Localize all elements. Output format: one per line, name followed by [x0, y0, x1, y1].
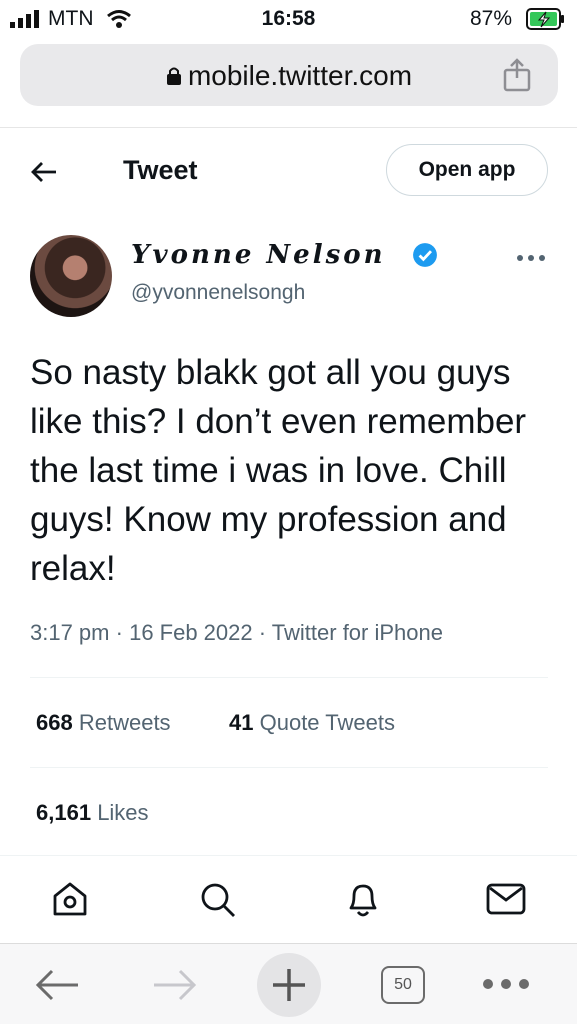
- likes-label: Likes: [97, 800, 149, 825]
- battery-icon: [526, 8, 564, 30]
- tweet-time[interactable]: 3:17 pm: [30, 620, 110, 645]
- avatar[interactable]: [30, 235, 112, 317]
- likes-count: 6,161: [36, 800, 92, 825]
- messages-icon[interactable]: [486, 882, 526, 916]
- new-tab-button[interactable]: [257, 953, 321, 1017]
- retweets-stat[interactable]: 668 Retweets: [36, 710, 171, 736]
- address-bar[interactable]: mobile.twitter.com: [20, 44, 558, 106]
- tabs-icon[interactable]: 50: [381, 966, 425, 1004]
- verified-icon: [413, 243, 437, 267]
- browser-more-icon[interactable]: [481, 977, 531, 991]
- quotes-count: 41: [229, 710, 254, 735]
- tweet-date[interactable]: 16 Feb 2022: [129, 620, 253, 645]
- divider: [30, 767, 548, 768]
- home-icon[interactable]: [51, 880, 89, 918]
- new-tab-icon: [273, 969, 305, 1001]
- lock-icon: [166, 67, 181, 85]
- retweets-count: 668: [36, 710, 73, 735]
- search-icon[interactable]: [198, 880, 238, 920]
- more-icon[interactable]: [516, 254, 546, 262]
- likes-stat[interactable]: 6,161 Likes: [36, 800, 149, 826]
- notifications-icon[interactable]: [343, 878, 383, 920]
- open-app-button[interactable]: Open app: [386, 144, 548, 196]
- divider: [0, 127, 577, 128]
- divider: [0, 855, 577, 856]
- browser-forward-icon[interactable]: [150, 966, 198, 1004]
- status-bar: MTN 16:58 87%: [0, 0, 577, 40]
- tweet-meta: 3:17 pm · 16 Feb 2022 · Twitter for iPho…: [30, 620, 443, 645]
- url-label: mobile.twitter.com: [187, 60, 413, 91]
- tweet-source[interactable]: Twitter for iPhone: [272, 620, 443, 645]
- url-text[interactable]: mobile.twitter.com: [20, 60, 558, 92]
- quotes-label: Quote Tweets: [259, 710, 395, 735]
- page-title: Tweet: [123, 155, 198, 185]
- retweets-label: Retweets: [78, 710, 171, 735]
- quotes-stat[interactable]: 41 Quote Tweets: [229, 710, 395, 736]
- back-arrow-icon[interactable]: [30, 158, 58, 186]
- tweet-text: So nasty blakk got all you guys like thi…: [30, 353, 527, 588]
- author-handle[interactable]: @yvonnenelsongh: [131, 281, 305, 305]
- browser-back-icon[interactable]: [34, 966, 82, 1004]
- share-icon[interactable]: [503, 58, 531, 92]
- author-name[interactable]: Yvonne Nelson: [131, 240, 385, 270]
- divider: [30, 677, 548, 678]
- battery-percent: 87%: [470, 7, 513, 30]
